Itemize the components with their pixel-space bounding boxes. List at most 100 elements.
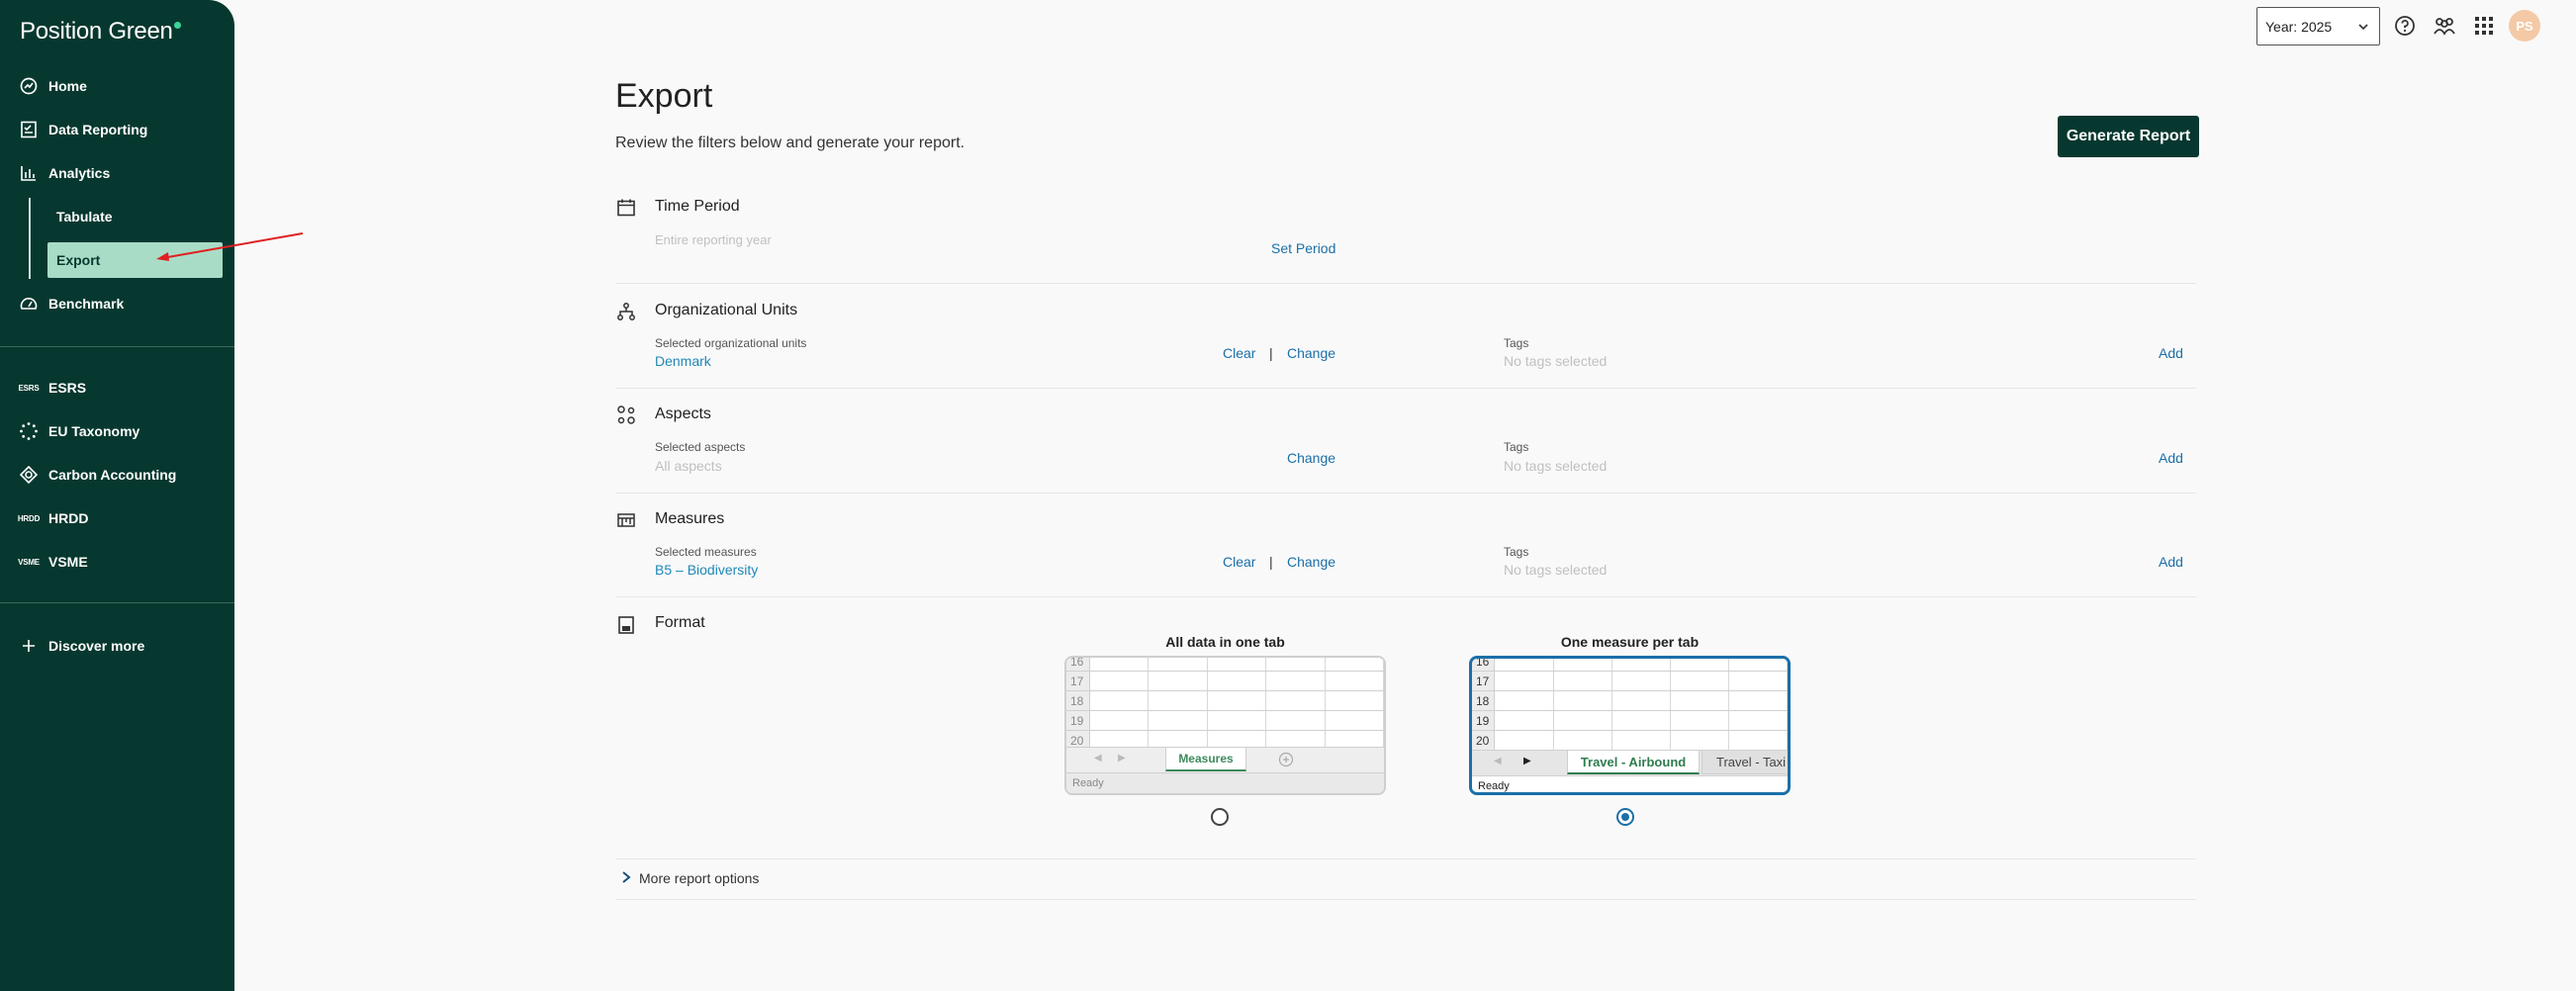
nav-label-benchmark: Benchmark: [48, 296, 125, 312]
tabulate-label: Tabulate: [56, 209, 113, 225]
nav-label-eu-taxonomy: EU Taxonomy: [48, 423, 140, 439]
apps-grid-icon[interactable]: [2470, 12, 2498, 40]
aspects-tags-label: Tags: [1504, 440, 1529, 454]
measures-icon: [615, 509, 637, 531]
community-icon[interactable]: [2431, 12, 2458, 40]
year-select-value: Year: 2025: [2265, 18, 2333, 35]
aspects-title: Aspects: [655, 405, 711, 422]
logo[interactable]: Position Green: [20, 18, 181, 45]
nav-item-eu-taxonomy[interactable]: EU Taxonomy: [18, 416, 139, 446]
benchmark-icon: [18, 293, 40, 315]
vsme-icon: VSME: [18, 557, 40, 567]
nav-label-carbon-accounting: Carbon Accounting: [48, 467, 177, 483]
aspects-label: Selected aspects: [655, 440, 746, 454]
org-units-tags-value: No tags selected: [1504, 353, 1608, 369]
nav-label-data-reporting: Data Reporting: [48, 122, 148, 137]
generate-report-button[interactable]: Generate Report: [2058, 116, 2199, 157]
org-hierarchy-icon: [615, 301, 637, 322]
nav-item-data-reporting[interactable]: Data Reporting: [18, 115, 147, 144]
row-number: 16: [1472, 659, 1496, 671]
org-units-add-tag-link[interactable]: Add: [2159, 345, 2183, 361]
sheet-tab-measures: Measures: [1165, 748, 1246, 771]
nav-item-home[interactable]: Home: [18, 71, 87, 101]
nav-item-esrs[interactable]: ESRS ESRS: [18, 373, 87, 403]
analytics-icon: [18, 162, 40, 184]
sidebar-divider: [0, 346, 234, 347]
nav-label-home: Home: [48, 78, 87, 94]
org-units-tags-label: Tags: [1504, 336, 1529, 350]
row-number: 19: [1066, 711, 1090, 730]
set-period-link[interactable]: Set Period: [1271, 240, 1335, 256]
row-number: 17: [1066, 672, 1090, 690]
measures-value[interactable]: B5 – Biodiversity: [655, 562, 758, 578]
org-units-clear-link[interactable]: Clear: [1223, 345, 1255, 361]
org-units-label: Selected organizational units: [655, 336, 807, 350]
help-icon[interactable]: [2391, 12, 2419, 40]
measures-clear-link[interactable]: Clear: [1223, 554, 1255, 570]
aspects-add-tag-link[interactable]: Add: [2159, 450, 2183, 466]
link-separator: |: [1269, 554, 1273, 570]
avatar[interactable]: PS: [2509, 10, 2540, 42]
sheet-row: 17: [1066, 672, 1384, 691]
sheet-row: 20: [1472, 731, 1788, 751]
nav-label-hrdd: HRDD: [48, 510, 89, 526]
section-divider: [615, 596, 2196, 597]
sheet-row: 19: [1066, 711, 1384, 731]
measures-title: Measures: [655, 510, 725, 527]
format-option-two-radio[interactable]: [1616, 808, 1634, 826]
year-select[interactable]: Year: 2025: [2256, 7, 2380, 45]
measures-add-tag-link[interactable]: Add: [2159, 554, 2183, 570]
plus-icon: [18, 635, 40, 657]
nav-item-benchmark[interactable]: Benchmark: [18, 289, 124, 318]
nav-label-discover-more: Discover more: [48, 638, 145, 654]
sheet-tab-bar: ◀ ▶ Travel - Airbound Travel - Taxi: [1472, 750, 1788, 775]
more-report-options-toggle[interactable]: More report options: [621, 870, 759, 886]
row-number: 20: [1472, 731, 1496, 750]
section-divider: [615, 388, 2196, 389]
format-option-two-card[interactable]: 16 17 18 19 20 ◀ ▶ Travel - Airbound Tra…: [1469, 656, 1791, 795]
logo-dot-icon: [173, 22, 181, 29]
sheet-row: 16: [1472, 659, 1788, 672]
measures-tags-label: Tags: [1504, 545, 1529, 559]
page-title: Export: [615, 77, 713, 115]
sheet-tab-travel-taxi: Travel - Taxi: [1702, 751, 1788, 774]
nav-item-analytics[interactable]: Analytics: [18, 158, 110, 188]
sidebar-divider: [0, 602, 234, 603]
nav-item-discover-more[interactable]: Discover more: [18, 631, 144, 661]
home-icon: [18, 75, 40, 97]
sheet-row: 16: [1066, 658, 1384, 672]
eu-stars-icon: [18, 420, 40, 442]
add-sheet-icon: [1278, 752, 1294, 772]
time-period-placeholder: Entire reporting year: [655, 232, 772, 247]
export-label: Export: [56, 252, 101, 268]
measures-change-link[interactable]: Change: [1287, 554, 1335, 570]
row-number: 18: [1472, 691, 1496, 710]
format-option-one-title: All data in one tab: [1165, 634, 1285, 650]
org-units-change-link[interactable]: Change: [1287, 345, 1335, 361]
format-option-one-card[interactable]: 16 17 18 19 20 ◀ ▶ Measures Ready: [1064, 656, 1386, 795]
row-number: 16: [1066, 658, 1090, 671]
time-period-title: Time Period: [655, 198, 740, 215]
format-option-one-radio[interactable]: [1211, 808, 1229, 826]
nav-item-hrdd[interactable]: HRDD HRDD: [18, 503, 89, 533]
org-units-value[interactable]: Denmark: [655, 353, 711, 369]
annotation-arrow: [156, 232, 304, 261]
sheet-status-bar: Ready: [1472, 775, 1788, 792]
nav-item-carbon-accounting[interactable]: Carbon Accounting: [18, 460, 176, 490]
nav-item-vsme[interactable]: VSME VSME: [18, 547, 88, 577]
more-report-options-label: More report options: [639, 870, 760, 886]
link-separator: |: [1269, 345, 1273, 361]
measures-tags-value: No tags selected: [1504, 562, 1608, 578]
aspects-change-link[interactable]: Change: [1287, 450, 1335, 466]
spreadsheet-preview: 16 17 18 19 20: [1472, 659, 1788, 751]
row-number: 19: [1472, 711, 1496, 730]
section-divider: [615, 493, 2196, 494]
calendar-icon: [615, 197, 637, 219]
sheet-status-bar: Ready: [1066, 772, 1384, 793]
logo-text: Position Green: [20, 18, 173, 45]
measures-label: Selected measures: [655, 545, 757, 559]
format-title: Format: [655, 614, 705, 631]
chevron-down-icon: [2357, 20, 2369, 36]
tab-scroll-right-icon: ▶: [1523, 756, 1531, 766]
sheet-tab-travel-airbound: Travel - Airbound: [1567, 751, 1700, 774]
